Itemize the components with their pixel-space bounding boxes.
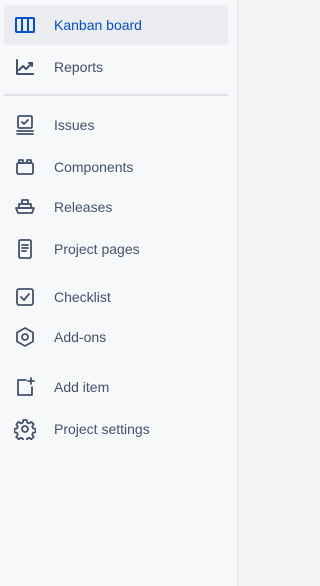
add-item-icon [14,376,36,398]
sidebar-item-label: Add item [54,379,110,395]
sidebar-item-checklist[interactable]: Checklist [4,277,228,317]
sidebar-item-label: Project settings [54,421,150,437]
sidebar-divider [4,94,228,96]
sidebar-item-add-item[interactable]: Add item [4,367,228,407]
sidebar-item-label: Add-ons [54,329,107,345]
sidebar-item-add-ons[interactable]: Add-ons [4,317,228,357]
project-sidebar: Kanban board Reports Issues Components R… [0,0,238,586]
sidebar-item-label: Components [54,159,134,175]
sidebar-item-project-pages[interactable]: Project pages [4,229,228,269]
sidebar-item-label: Reports [54,59,104,75]
sidebar-item-label: Checklist [54,289,111,305]
releases-icon [14,196,36,218]
sidebar-item-reports[interactable]: Reports [4,47,228,87]
sidebar-item-project-settings[interactable]: Project settings [4,409,228,449]
sidebar-item-label: Project pages [54,241,140,257]
components-icon [14,156,36,178]
checklist-icon [14,286,36,308]
gear-icon [14,418,36,440]
kanban-board-icon [14,14,36,36]
sidebar-item-components[interactable]: Components [4,147,228,187]
sidebar-item-label: Kanban board [54,17,142,33]
sidebar-item-releases[interactable]: Releases [4,187,228,227]
sidebar-item-issues[interactable]: Issues [4,105,228,145]
sidebar-item-label: Issues [54,117,95,133]
sidebar-item-kanban-board[interactable]: Kanban board [4,5,228,45]
add-ons-icon [14,326,36,348]
project-pages-icon [14,238,36,260]
reports-icon [14,56,36,78]
sidebar-item-label: Releases [54,199,113,215]
issues-icon [14,114,36,136]
